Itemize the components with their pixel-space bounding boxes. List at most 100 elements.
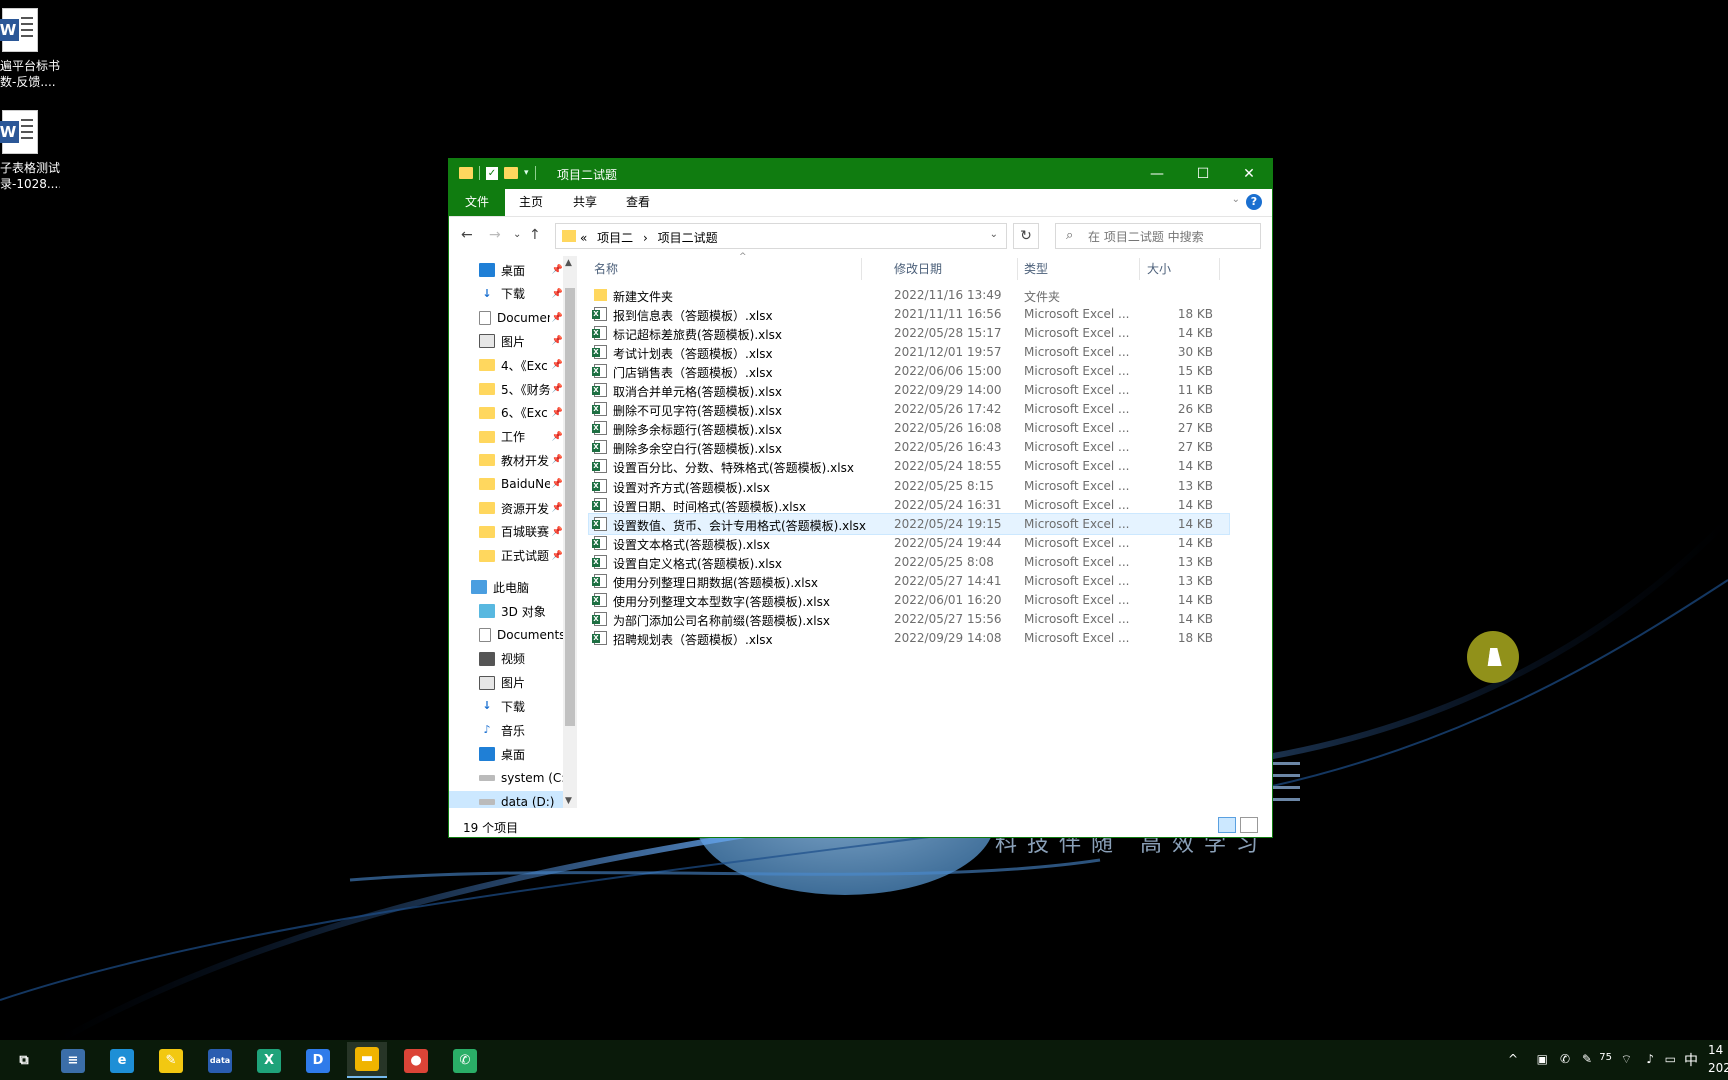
nav-item[interactable]: 视频 — [449, 648, 563, 670]
nav-item[interactable]: BaiduNe 📌 — [449, 473, 563, 495]
wechat-tray-icon[interactable]: ✆ — [1560, 1052, 1570, 1066]
battery-icon[interactable]: ▭ — [1665, 1052, 1676, 1066]
details-view-button[interactable] — [1218, 817, 1236, 833]
column-divider[interactable] — [861, 258, 862, 280]
tab-home[interactable]: 主页 — [505, 189, 557, 216]
nav-item[interactable]: data (D:) — [449, 790, 563, 808]
volume-icon[interactable]: ♪ — [1646, 1052, 1654, 1066]
up-button[interactable]: ↑ — [529, 227, 541, 243]
nav-item[interactable]: ↓ 下载 📌 — [449, 283, 563, 305]
nav-item[interactable]: 图片 — [449, 672, 563, 694]
taskbar-wechat[interactable]: ✆ — [445, 1044, 485, 1076]
breadcrumb-item[interactable]: 项目二试题 — [658, 231, 718, 245]
taskbar-data666[interactable]: data — [200, 1044, 240, 1076]
taskbar-sticky-notes[interactable]: ✎ — [151, 1044, 191, 1076]
desktop-icon-word-doc-2[interactable]: W 子表格测试 录-1028.... — [0, 110, 60, 192]
help-icon[interactable]: ? — [1246, 194, 1262, 210]
clock-date[interactable]: 2022 — [1708, 1061, 1728, 1075]
taskbar-dingtalk[interactable]: D — [298, 1044, 338, 1076]
file-row[interactable]: 考试计划表（答题模板）.xlsx 2021/12/01 19:57 Microsof… — [589, 342, 1229, 362]
nav-item[interactable]: 此电脑 — [449, 576, 563, 598]
file-row[interactable]: 门店销售表（答题模板）.xlsx 2022/06/06 15:00 Microsof… — [589, 361, 1229, 381]
breadcrumb-separator-icon[interactable]: › — [643, 231, 648, 245]
file-row[interactable]: 设置对齐方式(答题模板).xlsx 2022/05/25 8:15 Microsof… — [589, 476, 1229, 496]
column-divider[interactable] — [1219, 258, 1220, 280]
network-icon[interactable]: ⌔ — [1621, 1052, 1632, 1067]
file-row[interactable]: 使用分列整理日期数据(答题模板).xlsx 2022/05/27 14:41 Mic… — [589, 571, 1229, 591]
minimize-button[interactable]: — — [1134, 159, 1180, 189]
scroll-down-icon[interactable]: ▼ — [565, 796, 572, 806]
file-row[interactable]: 使用分列整理文本型数字(答题模板).xlsx 2022/06/01 16:20 Mi… — [589, 590, 1229, 610]
taskbar-edge[interactable]: e — [102, 1044, 142, 1076]
forward-button[interactable]: → — [489, 227, 501, 243]
file-row[interactable]: 报到信息表（答题模板）.xlsx 2021/11/11 16:56 Microsof… — [589, 304, 1229, 324]
file-row[interactable]: 设置百分比、分数、特殊格式(答题模板).xlsx 2022/05/24 18:55… — [589, 456, 1229, 476]
column-divider[interactable] — [1017, 258, 1018, 280]
nav-item[interactable]: 3D 对象 — [449, 600, 563, 622]
clock-time[interactable]: 14 — [1708, 1043, 1728, 1057]
file-row[interactable]: 删除多余标题行(答题模板).xlsx 2022/05/26 16:08 Micros… — [589, 418, 1229, 438]
file-row[interactable]: 新建文件夹 2022/11/16 13:49 文件夹 — [589, 285, 1229, 305]
nav-item[interactable]: 资源开发 📌 — [449, 497, 563, 519]
chevron-up-icon[interactable]: ^ — [1508, 1052, 1518, 1066]
taskbar-chrome[interactable]: ● — [396, 1044, 436, 1076]
recent-locations-button[interactable]: ⌄ — [513, 229, 521, 240]
file-row[interactable]: 删除不可见字符(答题模板).xlsx 2022/05/26 17:42 Micros… — [589, 399, 1229, 419]
nav-item[interactable]: 教材开发 📌 — [449, 449, 563, 471]
nav-item[interactable]: Documents — [449, 624, 563, 646]
customize-dropdown-icon[interactable]: ▾ — [524, 168, 529, 178]
column-divider[interactable] — [1139, 258, 1140, 280]
navigation-scrollbar[interactable]: ▲ ▼ — [563, 256, 577, 808]
nav-item[interactable]: 桌面 📌 — [449, 259, 563, 281]
scroll-up-icon[interactable]: ▲ — [565, 258, 572, 268]
large-icons-view-button[interactable] — [1240, 817, 1258, 833]
nav-item[interactable]: 4、《Exc 📌 — [449, 354, 563, 376]
column-header-type[interactable]: 类型 — [1024, 256, 1048, 282]
nav-item[interactable]: Documents📌 — [449, 307, 563, 329]
maximize-button[interactable]: ☐ — [1180, 159, 1226, 189]
column-header-size[interactable]: 大小 — [1147, 256, 1171, 282]
search-input[interactable] — [1086, 227, 1258, 247]
taskbar-file-explorer[interactable]: ▬ — [347, 1042, 387, 1078]
nav-item[interactable]: 工作 📌 — [449, 426, 563, 448]
title-bar[interactable]: ✓ ▾ 项目二试题 — ☐ ✕ — [449, 159, 1272, 189]
tray-app-icon[interactable]: ✎ — [1582, 1052, 1592, 1066]
nav-item[interactable]: 图片 📌 — [449, 330, 563, 352]
nav-item[interactable]: 百城联赛 📌 — [449, 521, 563, 543]
refresh-button[interactable]: ↻ — [1013, 223, 1039, 249]
expand-ribbon-icon[interactable]: ⌄ — [1232, 194, 1240, 205]
taskbar-notepad[interactable]: ≡ — [53, 1044, 93, 1076]
file-row[interactable]: 招聘规划表（答题模板）.xlsx 2022/09/29 14:08 Microsof… — [589, 628, 1229, 648]
column-header-name[interactable]: 名称 — [594, 256, 618, 282]
nav-item[interactable]: ↓ 下载 — [449, 695, 563, 717]
nav-item[interactable]: 桌面 — [449, 743, 563, 765]
taskbar-xmind[interactable]: X — [249, 1044, 289, 1076]
file-row[interactable]: 为部门添加公司名称前缀(答题模板).xlsx 2022/05/27 15:56 Mi… — [589, 609, 1229, 629]
app-tray-icon[interactable]: ▣ — [1537, 1052, 1548, 1066]
chevron-down-icon[interactable]: ⌄ — [990, 229, 998, 240]
back-button[interactable]: ← — [461, 227, 473, 243]
file-row[interactable]: 设置日期、时间格式(答题模板).xlsx 2022/05/24 16:31 Micr… — [589, 495, 1229, 515]
battery-level[interactable]: 75 — [1599, 1052, 1612, 1063]
file-row[interactable]: 设置文本格式(答题模板).xlsx 2022/05/24 19:44 Microso… — [589, 533, 1229, 553]
file-row[interactable]: 取消合并单元格(答题模板).xlsx 2022/09/29 14:00 Micros… — [589, 380, 1229, 400]
nav-item[interactable]: ♪ 音乐 — [449, 719, 563, 741]
column-header-date[interactable]: 修改日期 — [894, 256, 942, 282]
file-row[interactable]: 标记超标差旅费(答题模板).xlsx 2022/05/28 15:17 Micros… — [589, 323, 1229, 343]
breadcrumb-item[interactable]: 项目二 — [597, 231, 633, 245]
nav-item[interactable]: 6、《Exc 📌 — [449, 402, 563, 424]
address-bar[interactable]: « 项目二 › 项目二试题 ⌄ — [555, 223, 1007, 249]
nav-item[interactable]: system (C:) — [449, 767, 563, 789]
file-row[interactable]: 设置自定义格式(答题模板).xlsx 2022/05/25 8:08 Microso… — [589, 552, 1229, 572]
desktop-icon-word-doc-1[interactable]: W 遍平台标书 数-反馈.... — [0, 8, 60, 90]
properties-icon[interactable]: ✓ — [486, 166, 498, 180]
nav-item[interactable]: 5、《财务 📌 — [449, 378, 563, 400]
scrollbar-thumb[interactable] — [565, 288, 575, 726]
input-method-indicator[interactable]: 中 — [1684, 1050, 1698, 1070]
tab-file[interactable]: 文件 — [449, 189, 506, 216]
breadcrumb-overflow[interactable]: « — [580, 231, 587, 245]
close-button[interactable]: ✕ — [1226, 159, 1272, 189]
nav-item[interactable]: 正式试题 📌 — [449, 545, 563, 567]
new-folder-icon[interactable] — [504, 167, 518, 179]
tab-view[interactable]: 查看 — [612, 189, 664, 216]
